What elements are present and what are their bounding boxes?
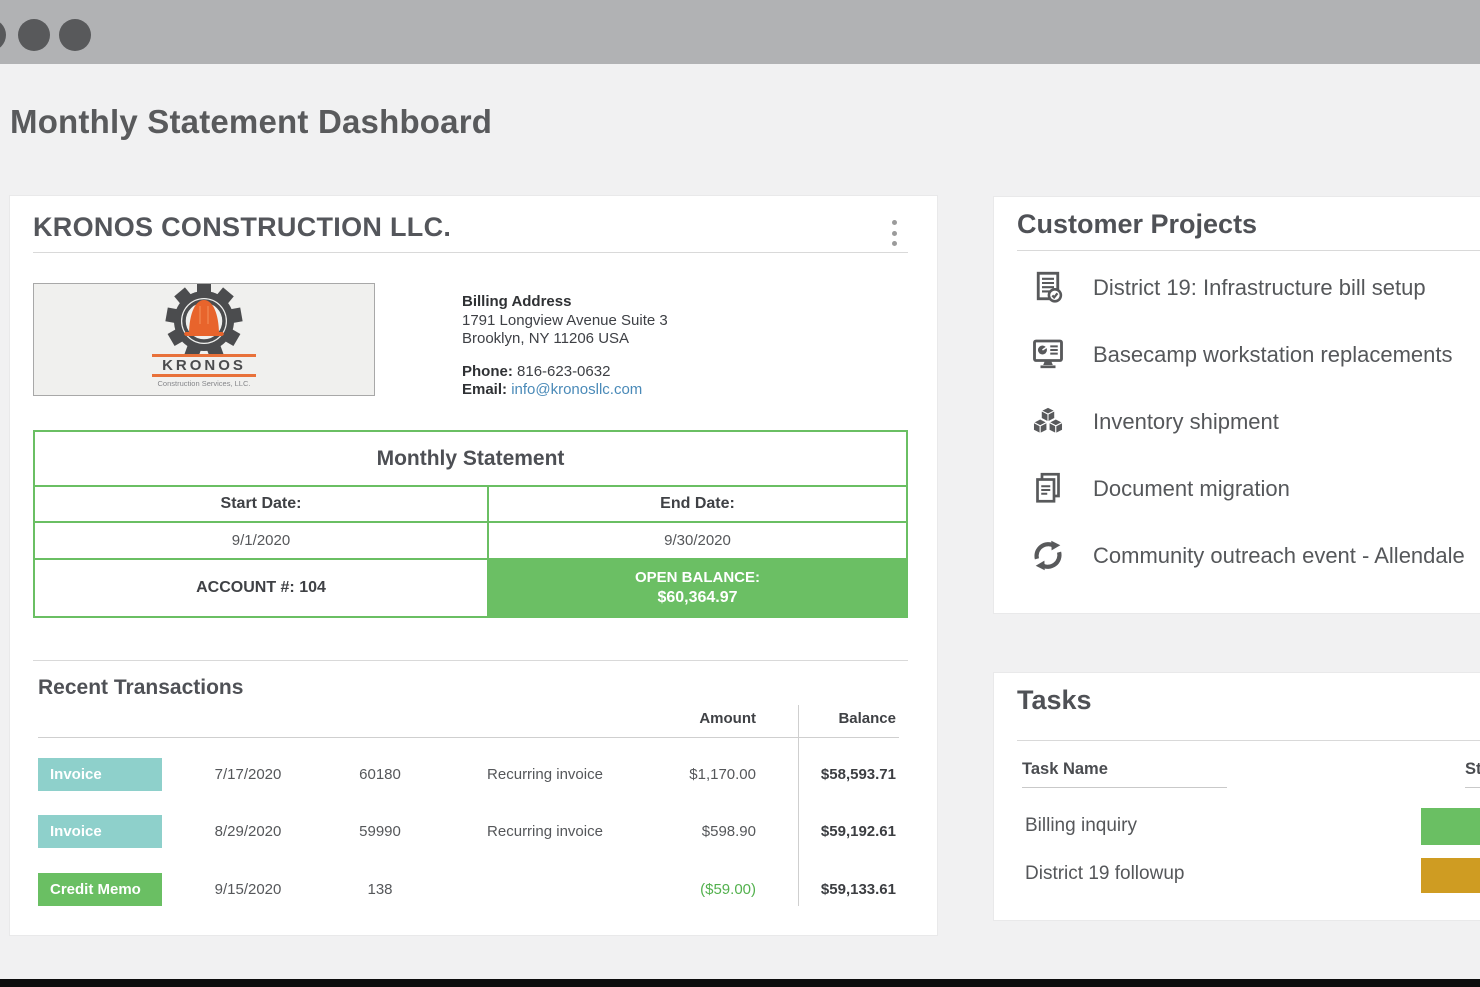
balance-column-header: Balance xyxy=(776,710,896,727)
transaction-balance: $58,593.71 xyxy=(776,758,896,791)
tasks-heading: Tasks xyxy=(1017,685,1092,716)
tasks-card: Tasks Task Name Status Billing inquiry D… xyxy=(994,673,1480,920)
open-balance-value: $60,364.97 xyxy=(657,588,737,608)
billing-email: Email: info@kronosllc.com xyxy=(462,381,668,400)
transaction-number: 60180 xyxy=(325,758,435,791)
transaction-amount: ($59.00) xyxy=(636,873,756,906)
transaction-type-badge: Invoice xyxy=(38,758,162,791)
logo-name: KRONOS xyxy=(162,358,246,373)
transaction-balance: $59,192.61 xyxy=(776,815,896,848)
status-column-header: Status xyxy=(1465,760,1480,779)
start-date-label: Start Date: xyxy=(35,487,487,521)
transaction-type-badge: Invoice xyxy=(38,815,162,848)
project-item[interactable]: Community outreach event - Allendale xyxy=(994,522,1480,589)
boxes-icon xyxy=(1030,401,1066,442)
transaction-row[interactable]: Invoice 7/17/2020 60180 Recurring invoic… xyxy=(10,758,937,791)
logo-rule xyxy=(152,374,256,377)
transaction-amount: $598.90 xyxy=(636,815,756,848)
project-label: Community outreach event - Allendale xyxy=(1093,522,1465,589)
project-item[interactable]: District 19: Infrastructure bill setup xyxy=(994,254,1480,321)
customer-projects-heading: Customer Projects xyxy=(1017,209,1257,240)
transaction-date: 8/29/2020 xyxy=(185,815,311,848)
divider xyxy=(1022,787,1227,788)
transaction-row[interactable]: Credit Memo 9/15/2020 138 ($59.00) $59,1… xyxy=(10,873,937,906)
transaction-type-badge: Credit Memo xyxy=(38,873,162,906)
window-control-dot[interactable] xyxy=(18,19,50,51)
project-label: Inventory shipment xyxy=(1093,388,1279,455)
billing-address-block: Billing Address 1791 Longview Avenue Sui… xyxy=(462,293,668,400)
billing-address-line2: Brooklyn, NY 11206 USA xyxy=(462,330,668,349)
transaction-memo: Recurring invoice xyxy=(460,815,630,848)
project-item[interactable]: Basecamp workstation replacements xyxy=(994,321,1480,388)
divider xyxy=(1465,787,1480,788)
statement-card: KRONOS CONSTRUCTION LLC. xyxy=(10,196,937,935)
end-date-label: End Date: xyxy=(487,487,906,521)
divider xyxy=(1017,740,1480,741)
divider xyxy=(33,660,908,661)
transaction-date: 9/15/2020 xyxy=(185,873,311,906)
email-link[interactable]: info@kronosllc.com xyxy=(511,381,642,398)
billing-phone: Phone: 816-623-0632 xyxy=(462,363,668,382)
bottom-edge-strip xyxy=(0,979,1480,987)
task-name[interactable]: District 19 followup xyxy=(1025,863,1184,885)
transaction-amount: $1,170.00 xyxy=(636,758,756,791)
project-label: Document migration xyxy=(1093,455,1290,522)
window-control-dot[interactable] xyxy=(59,19,91,51)
transaction-number: 138 xyxy=(325,873,435,906)
start-date-value: 9/1/2020 xyxy=(35,523,487,558)
amount-column-header: Amount xyxy=(636,710,756,727)
transaction-memo: Recurring invoice xyxy=(460,758,630,791)
task-status-badge xyxy=(1421,858,1480,893)
workstation-icon xyxy=(1030,334,1066,375)
page-title: Monthly Statement Dashboard xyxy=(10,103,492,141)
statement-title: Monthly Statement xyxy=(35,432,906,485)
window-control-dot[interactable] xyxy=(0,19,6,51)
open-balance-cell: OPEN BALANCE: $60,364.97 xyxy=(487,560,906,616)
logo-subtitle: Construction Services, LLC. xyxy=(158,379,251,388)
account-number: ACCOUNT #: 104 xyxy=(35,560,487,616)
transaction-balance: $59,133.61 xyxy=(776,873,896,906)
sync-icon xyxy=(1030,535,1066,576)
company-title: KRONOS CONSTRUCTION LLC. xyxy=(33,212,451,243)
open-balance-label: OPEN BALANCE: xyxy=(635,568,760,588)
document-check-icon xyxy=(1030,267,1066,308)
company-logo: KRONOS Construction Services, LLC. xyxy=(33,283,375,396)
kronos-gear-hat-icon xyxy=(144,284,264,354)
task-status-badge xyxy=(1421,808,1480,845)
task-name-column-header: Task Name xyxy=(1022,760,1108,779)
divider xyxy=(38,737,899,738)
divider xyxy=(1017,250,1480,251)
project-item[interactable]: Document migration xyxy=(994,455,1480,522)
billing-heading: Billing Address xyxy=(462,293,668,312)
project-label: District 19: Infrastructure bill setup xyxy=(1093,254,1426,321)
customer-projects-card: Customer Projects District 19: Infrastru… xyxy=(994,197,1480,613)
transaction-number: 59990 xyxy=(325,815,435,848)
transaction-date: 7/17/2020 xyxy=(185,758,311,791)
divider xyxy=(33,252,908,253)
documents-icon xyxy=(1030,468,1066,509)
more-options-icon[interactable] xyxy=(886,218,902,248)
billing-address-line1: 1791 Longview Avenue Suite 3 xyxy=(462,312,668,331)
recent-transactions-heading: Recent Transactions xyxy=(38,676,243,700)
window-title-bar xyxy=(0,0,1480,64)
end-date-value: 9/30/2020 xyxy=(487,523,906,558)
monthly-statement-table: Monthly Statement Start Date: End Date: … xyxy=(33,430,908,618)
transaction-row[interactable]: Invoice 8/29/2020 59990 Recurring invoic… xyxy=(10,815,937,848)
project-item[interactable]: Inventory shipment xyxy=(994,388,1480,455)
project-label: Basecamp workstation replacements xyxy=(1093,321,1453,388)
task-name[interactable]: Billing inquiry xyxy=(1025,815,1137,837)
